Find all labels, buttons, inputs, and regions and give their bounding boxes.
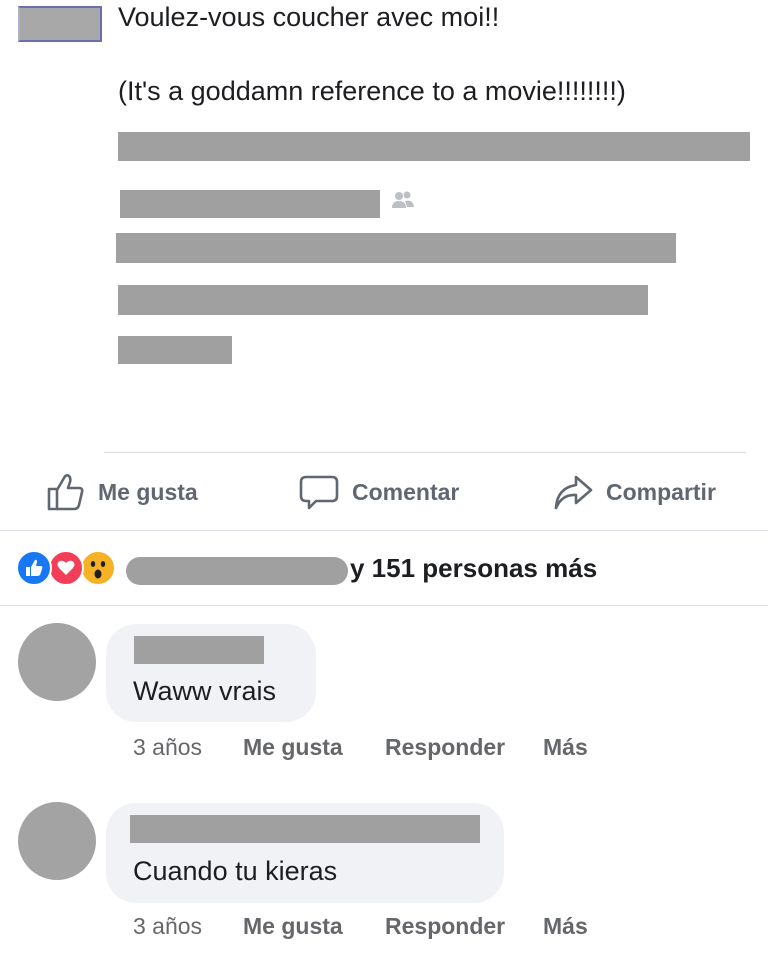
redacted-block-4 bbox=[118, 285, 648, 315]
love-reaction-icon bbox=[48, 550, 84, 586]
reaction-count-text[interactable]: y 151 personas más bbox=[350, 553, 597, 584]
redacted-block-1 bbox=[118, 132, 750, 161]
divider bbox=[104, 452, 746, 453]
comment-button[interactable]: Comentar bbox=[298, 472, 459, 512]
group-icon bbox=[392, 191, 414, 208]
post-text-line-2: (It's a goddamn reference to a movie!!!!… bbox=[118, 76, 626, 106]
share-button[interactable]: Compartir bbox=[552, 472, 716, 512]
comment-reply-link[interactable]: Responder bbox=[385, 734, 505, 761]
share-button-label: Compartir bbox=[606, 478, 716, 505]
comment-icon bbox=[299, 475, 339, 510]
share-icon bbox=[554, 475, 593, 510]
comment-text: Waww vrais bbox=[133, 676, 277, 706]
like-button-label: Me gusta bbox=[98, 478, 198, 505]
redacted-block-5 bbox=[118, 336, 232, 364]
comment-button-label: Comentar bbox=[352, 478, 460, 505]
comment-more-link[interactable]: Más bbox=[543, 913, 588, 940]
comment-text: Cuando tu kieras bbox=[133, 856, 338, 886]
comment-timestamp[interactable]: 3 años bbox=[133, 734, 202, 761]
comment-like-link[interactable]: Me gusta bbox=[243, 734, 343, 761]
comment-more-link[interactable]: Más bbox=[543, 734, 588, 761]
reactions-summary[interactable] bbox=[16, 550, 126, 586]
redacted-reactor-names[interactable] bbox=[126, 557, 348, 585]
comment-reply-link[interactable]: Responder bbox=[385, 913, 505, 940]
redacted-block-2 bbox=[120, 190, 380, 218]
like-button[interactable]: Me gusta bbox=[46, 472, 198, 512]
redacted-block-3 bbox=[116, 233, 676, 263]
post-author-avatar-redacted[interactable] bbox=[18, 6, 102, 42]
wow-reaction-icon bbox=[80, 550, 116, 586]
commenter-avatar-redacted[interactable] bbox=[18, 802, 96, 880]
commenter-avatar-redacted[interactable] bbox=[18, 623, 96, 701]
divider bbox=[0, 530, 768, 531]
thumbs-up-icon bbox=[47, 474, 84, 511]
redacted-commenter-name[interactable] bbox=[130, 815, 480, 843]
post-text-line-1: Voulez-vous coucher avec moi!! bbox=[118, 2, 500, 32]
divider bbox=[0, 605, 768, 606]
redacted-commenter-name[interactable] bbox=[134, 636, 264, 664]
comment-timestamp[interactable]: 3 años bbox=[133, 913, 202, 940]
like-reaction-icon bbox=[16, 550, 52, 586]
comment-like-link[interactable]: Me gusta bbox=[243, 913, 343, 940]
